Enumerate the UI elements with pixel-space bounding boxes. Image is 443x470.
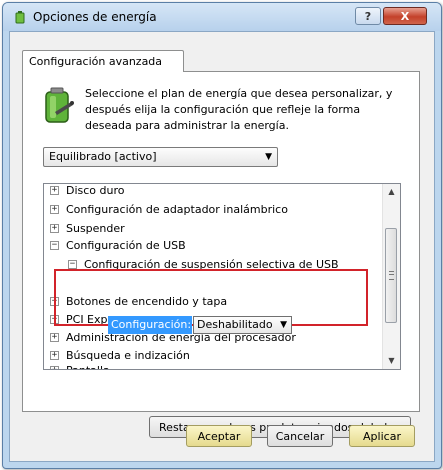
tree-item-label: Disco duro <box>66 184 125 197</box>
plan-description: Seleccione el plan de energía que desea … <box>85 87 393 132</box>
power-plan-dropdown[interactable]: Equilibrado [activo] ▼ <box>43 147 278 167</box>
collapse-icon[interactable]: − <box>50 241 59 250</box>
advanced-settings-panel: Seleccione el plan de energía que desea … <box>22 71 420 438</box>
power-options-icon <box>15 11 25 24</box>
title-bar[interactable]: Opciones de energía ? X <box>3 3 441 31</box>
tree-item-label: Configuración de adaptador inalámbrico <box>66 203 288 216</box>
close-button[interactable]: X <box>383 7 427 25</box>
chevron-down-icon: ▼ <box>265 152 272 162</box>
scroll-down-icon[interactable]: ▼ <box>384 353 399 369</box>
tree-item-label: Suspender <box>66 222 125 235</box>
tree-scrollbar[interactable]: ▲ ▼ <box>382 184 400 369</box>
expand-icon[interactable]: + <box>50 205 59 214</box>
battery-icon <box>45 87 74 123</box>
tree-item-label: Pantalla <box>66 362 110 369</box>
tab-advanced-settings[interactable]: Configuración avanzada <box>22 50 184 72</box>
scroll-up-icon[interactable]: ▲ <box>384 184 399 200</box>
power-plan-value: Equilibrado [activo] <box>49 150 157 163</box>
collapse-icon[interactable]: − <box>68 260 77 269</box>
setting-value: Deshabilitado <box>197 318 273 331</box>
ok-button[interactable]: Aceptar <box>186 425 252 447</box>
apply-button[interactable]: Aplicar <box>349 425 415 447</box>
scrollbar-thumb[interactable] <box>385 228 397 323</box>
expand-icon[interactable]: + <box>50 366 59 369</box>
chevron-down-icon: ▼ <box>280 320 287 330</box>
window-title: Opciones de energía <box>33 10 157 24</box>
grip-icon <box>389 271 394 280</box>
usb-suspend-setting-dropdown[interactable]: Deshabilitado ▼ <box>193 316 292 334</box>
power-options-window: Opciones de energía ? X Configuración av… <box>2 2 442 469</box>
tree-item-label: Configuración de USB <box>66 239 186 252</box>
setting-label: Configuración: <box>108 316 192 334</box>
dialog-body: Configuración avanzada Seleccione el pla… <box>9 31 435 462</box>
expand-icon[interactable]: + <box>50 224 59 233</box>
cancel-button[interactable]: Cancelar <box>267 425 333 447</box>
expand-icon[interactable]: + <box>50 351 59 360</box>
expand-icon[interactable]: + <box>50 186 59 195</box>
expand-icon[interactable]: + <box>50 333 59 342</box>
help-button[interactable]: ? <box>355 7 381 25</box>
